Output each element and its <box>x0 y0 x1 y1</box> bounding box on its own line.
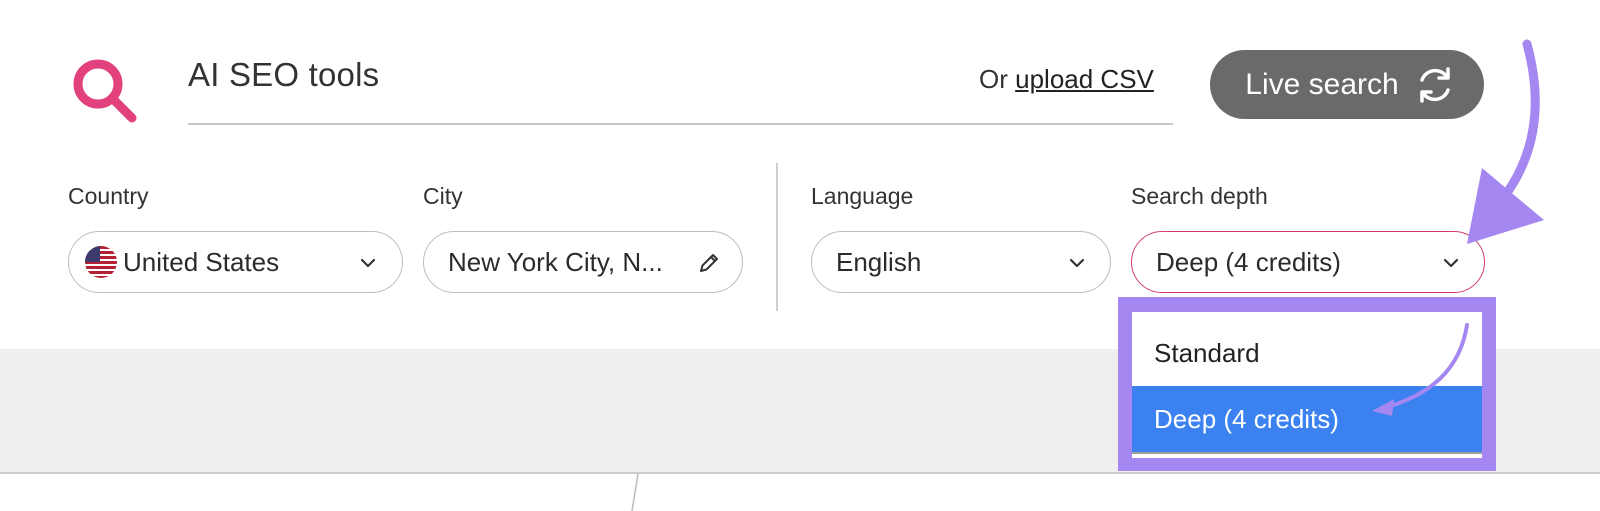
search-depth-dropdown: Standard Deep (4 credits) <box>1132 312 1482 458</box>
live-search-label: Live search <box>1245 67 1399 101</box>
dropdown-bottom-border <box>1132 452 1482 454</box>
chevron-down-icon <box>360 258 376 268</box>
search-input-underline <box>188 123 1173 125</box>
country-select[interactable]: United States <box>68 231 403 293</box>
pencil-icon[interactable] <box>697 251 721 275</box>
upload-csv-text: Or upload CSV <box>979 64 1154 95</box>
search-icon <box>73 59 137 123</box>
language-label: Language <box>811 183 914 209</box>
bottom-divider <box>0 472 1600 474</box>
country-label: Country <box>68 183 149 209</box>
live-search-button[interactable]: Live search <box>1210 50 1484 119</box>
country-value: United States <box>123 246 280 277</box>
us-flag-icon <box>85 246 117 278</box>
option-standard[interactable]: Standard <box>1132 320 1482 386</box>
search-input[interactable]: AI SEO tools <box>188 56 379 94</box>
chevron-down-icon <box>1443 258 1459 268</box>
option-deep[interactable]: Deep (4 credits) <box>1132 386 1482 452</box>
chevron-down-icon <box>1069 258 1085 268</box>
city-value: New York City, N... <box>448 246 663 277</box>
refresh-icon <box>1419 66 1450 103</box>
upload-prefix: Or <box>979 64 1008 94</box>
partial-divider-line <box>631 473 639 511</box>
city-label: City <box>423 183 463 209</box>
language-value: English <box>836 246 922 277</box>
filter-divider <box>776 163 778 311</box>
upload-csv-link[interactable]: upload CSV <box>1015 64 1154 94</box>
search-depth-value: Deep (4 credits) <box>1156 246 1341 277</box>
search-depth-label: Search depth <box>1131 183 1268 209</box>
city-field[interactable]: New York City, N... <box>423 231 743 293</box>
language-select[interactable]: English <box>811 231 1111 293</box>
search-depth-select[interactable]: Deep (4 credits) <box>1131 231 1485 293</box>
